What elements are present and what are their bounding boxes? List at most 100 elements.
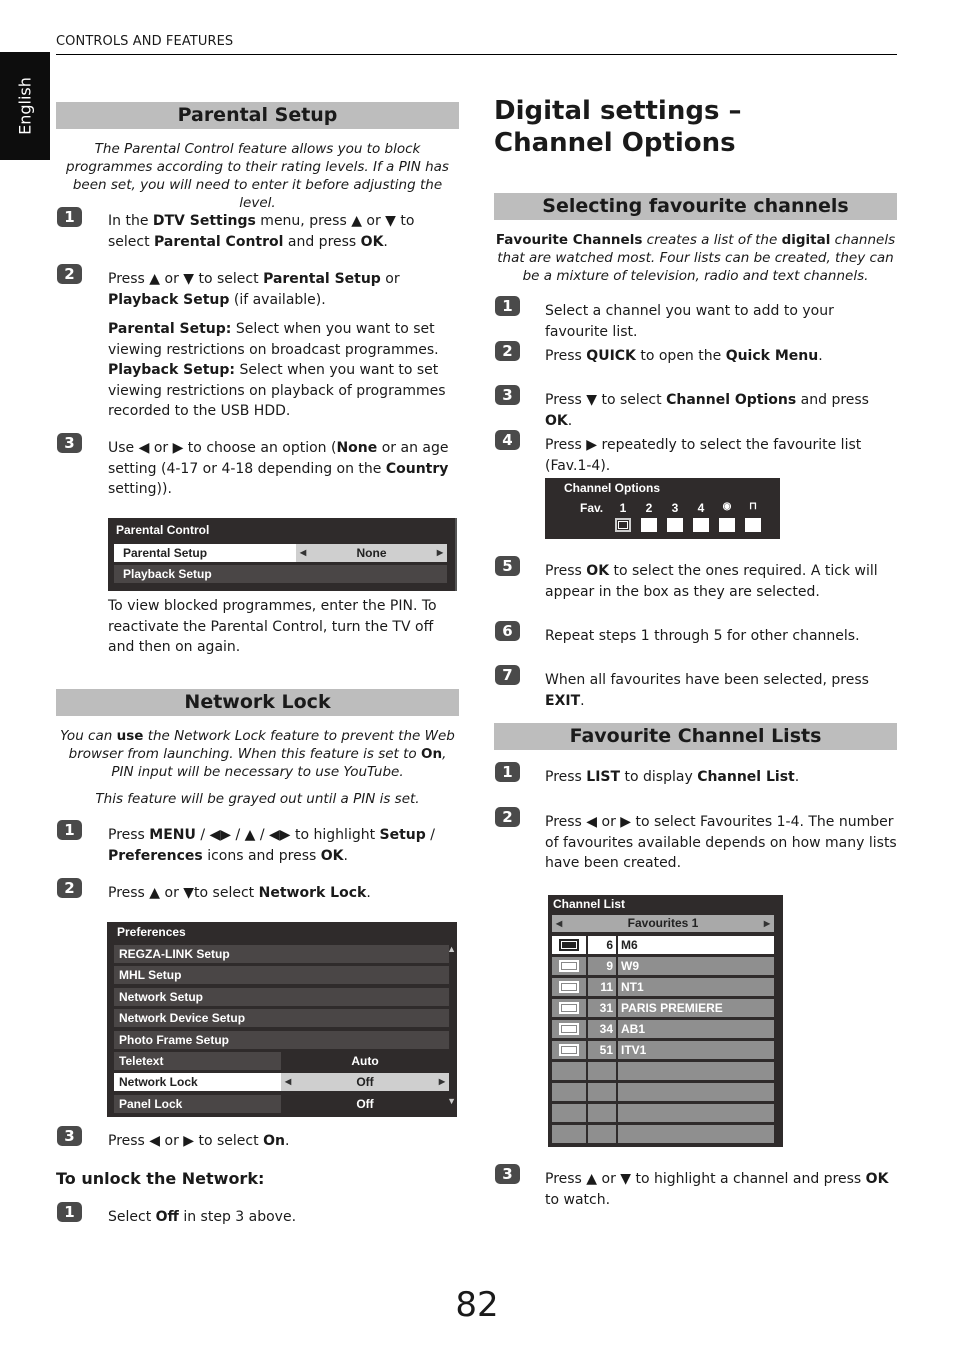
channel-row[interactable]: 51 ITV1 — [552, 1041, 774, 1059]
channel-name — [618, 1104, 774, 1122]
fav-checkbox[interactable] — [615, 518, 631, 532]
channel-number — [588, 1104, 616, 1122]
channel-name — [618, 1083, 774, 1101]
channel-type-cell — [552, 999, 586, 1017]
menu-row-mhl-setup[interactable]: MHL Setup — [114, 966, 449, 985]
channel-type-cell — [552, 1062, 586, 1080]
favourites-tab-selector[interactable]: ◀ Favourites 1 ▶ — [552, 915, 774, 932]
preferences-menu: Preferences REGZA-LINK Setup MHL Setup Net… — [107, 922, 457, 1117]
arrow-left-icon[interactable]: ◀ — [300, 544, 306, 562]
step-badge: 2 — [495, 341, 520, 361]
channel-row[interactable] — [552, 1083, 774, 1101]
network-lock-intro: You can use the Network Lock feature to … — [60, 728, 455, 780]
step-badge: 4 — [495, 430, 520, 450]
channel-options-menu: Channel Options Fav. 1 2 3 4 ◉ ⊓ — [545, 478, 780, 539]
step-badge: 2 — [57, 878, 82, 898]
channel-number: 6 — [588, 936, 616, 954]
fav-label: Fav. — [580, 501, 604, 515]
menu-row-network-setup[interactable]: Network Setup — [114, 987, 449, 1006]
selecting-step-1: Select a channel you want to add to your… — [545, 303, 834, 340]
channel-row[interactable]: 9 W9 — [552, 957, 774, 975]
scroll-up-icon[interactable]: ▲ — [447, 944, 456, 954]
fav-checkbox[interactable] — [693, 518, 709, 532]
parental-setup-intro: The Parental Control feature allows you … — [66, 141, 449, 211]
channel-row[interactable] — [552, 1062, 774, 1080]
row-value: Off — [281, 1094, 449, 1113]
channel-name: AB1 — [618, 1020, 774, 1038]
channel-name — [618, 1125, 774, 1143]
channel-type-cell — [552, 1125, 586, 1143]
selecting-step-6: Repeat steps 1 through 5 for other chann… — [545, 628, 860, 644]
row-value-text: Off — [356, 1096, 374, 1111]
fav-column-label: 1 — [619, 501, 627, 515]
network-step-3: Press ◀ or ▶ to select On. — [108, 1133, 290, 1149]
channel-row[interactable] — [552, 1125, 774, 1143]
menu-row-regza-link-setup[interactable]: REGZA-LINK Setup — [114, 945, 449, 963]
channel-row[interactable] — [552, 1104, 774, 1122]
menu-row-panel-lock[interactable]: Panel Lock Off — [114, 1094, 449, 1113]
arrow-right-icon[interactable]: ▶ — [764, 915, 770, 932]
channel-number: 9 — [588, 957, 616, 975]
network-step-2: Press ▲ or ▼to select Network Lock. — [108, 885, 371, 901]
step-badge: 1 — [57, 820, 82, 840]
fav-checkbox[interactable] — [719, 518, 735, 532]
channel-row[interactable]: 34 AB1 — [552, 1020, 774, 1038]
fav-checkbox[interactable] — [667, 518, 683, 532]
channel-type-cell — [552, 936, 586, 954]
step-badge: 3 — [495, 385, 520, 405]
lock-icon: ⊓ — [749, 501, 757, 512]
menu-row-network-device-setup[interactable]: Network Device Setup — [114, 1009, 449, 1028]
favourite-lists-heading: Favourite Channel Lists — [494, 723, 897, 750]
arrow-right-icon[interactable]: ▶ — [439, 1073, 445, 1091]
parental-setup-details: Parental Setup: Select when you want to … — [108, 321, 446, 419]
fav-list-step-3: Press ▲ or ▼ to highlight a channel and … — [545, 1171, 889, 1208]
menu-row-network-lock[interactable]: Network Lock ◀ Off ▶ — [114, 1073, 449, 1092]
tv-icon — [559, 981, 579, 993]
menu-title: Channel List — [553, 897, 626, 911]
parental-after-text: To view blocked programmes, enter the PI… — [108, 598, 437, 655]
channel-name: PARIS PREMIERE — [618, 999, 774, 1017]
channel-name: W9 — [618, 957, 774, 975]
fav-column-label: 2 — [645, 501, 653, 515]
row-value-text: Auto — [351, 1054, 379, 1068]
channel-row[interactable]: 6 M6 — [552, 936, 774, 954]
selecting-step-2: Press QUICK to open the Quick Menu. — [545, 348, 823, 364]
channel-row[interactable]: 31 PARIS PREMIERE — [552, 999, 774, 1017]
channel-row[interactable]: 11 NT1 — [552, 978, 774, 996]
menu-row-photo-frame-setup[interactable]: Photo Frame Setup — [114, 1030, 449, 1049]
selecting-step-4: Press ▶ repeatedly to select the favouri… — [545, 437, 862, 474]
menu-title: Channel Options — [564, 481, 660, 495]
row-label: Network Device Setup — [119, 1011, 246, 1026]
fav-list-step-2: Press ◀ or ▶ to select Favourites 1-4. T… — [545, 814, 897, 871]
tv-icon — [559, 1002, 579, 1014]
menu-title: Parental Control — [116, 523, 210, 537]
network-step-1: Press MENU / ◀▶ / ▲ / ◀▶ to highlight Se… — [108, 827, 435, 864]
arrow-left-icon[interactable]: ◀ — [285, 1073, 291, 1091]
fav-column-label: 3 — [671, 501, 679, 515]
row-value[interactable]: ◀ Off ▶ — [281, 1073, 449, 1092]
row-value-selector[interactable]: ◀ None ▶ — [296, 544, 447, 562]
channel-type-cell — [552, 1104, 586, 1122]
fav-checkbox[interactable] — [641, 518, 657, 532]
tv-icon — [559, 1044, 579, 1056]
language-tab: English — [0, 52, 50, 160]
fav-checkbox[interactable] — [745, 518, 761, 532]
scroll-down-icon[interactable]: ▼ — [447, 1096, 456, 1106]
tv-icon — [559, 1023, 579, 1035]
tv-icon — [559, 939, 579, 951]
unlock-step-1: Select Off in step 3 above. — [108, 1209, 297, 1225]
unlock-network-heading: To unlock the Network: — [56, 1169, 265, 1188]
row-label: Playback Setup — [123, 567, 212, 581]
arrow-left-icon[interactable]: ◀ — [556, 915, 562, 932]
row-value-text: Off — [356, 1075, 374, 1090]
parental-step-1: In the DTV Settings menu, press ▲ or ▼ t… — [108, 213, 415, 250]
step-badge: 1 — [57, 1202, 82, 1222]
page-number: 82 — [455, 1285, 499, 1325]
menu-row-teletext[interactable]: Teletext Auto — [114, 1052, 449, 1070]
running-header: CONTROLS AND FEATURES — [56, 34, 234, 49]
selecting-step-3: Press ▼ to select Channel Options and pr… — [545, 392, 869, 429]
menu-row-playback-setup[interactable]: Playback Setup — [114, 565, 447, 583]
arrow-right-icon[interactable]: ▶ — [437, 544, 443, 562]
menu-row-parental-setup[interactable]: Parental Setup ◀ None ▶ — [114, 544, 447, 562]
channel-type-cell — [552, 978, 586, 996]
